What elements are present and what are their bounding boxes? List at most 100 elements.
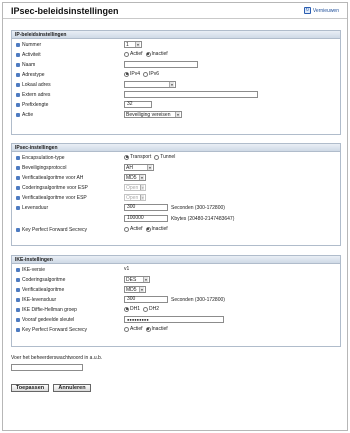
prefix-input[interactable]: 32 [124, 101, 152, 108]
protocol-select[interactable]: AH ▼ [124, 164, 154, 171]
ike-section: IKE-instellingen IKE-versie v1 Coderings… [11, 255, 341, 347]
chevron-down-icon: ▼ [139, 175, 144, 180]
ike-psk-input[interactable]: ●●●●●●●●● [124, 316, 224, 323]
admin-password-input[interactable] [11, 364, 83, 371]
lifetime-seconds-hint: Seconden (300-172800) [171, 204, 225, 211]
chevron-down-icon: ▼ [175, 112, 180, 117]
encap-label: Encapsulation-type [22, 155, 65, 161]
row-ah-auth: Verificatiealgoritme voor AH MD5 ▼ [12, 174, 340, 183]
ike-dh1-radio[interactable]: DH1 [124, 306, 140, 312]
chevron-down-icon: ▼ [140, 185, 145, 190]
ike-header: IKE-instellingen [12, 256, 340, 264]
refresh-button[interactable]: ↻ Vernieuwen [303, 7, 339, 14]
ah-auth-select[interactable]: MD5 ▼ [124, 174, 146, 181]
esp-auth-select[interactable]: Open ▼ [124, 194, 146, 201]
esp-enc-select[interactable]: Open ▼ [124, 184, 146, 191]
row-action: Actie Beveiliging vereisen ▼ [12, 111, 340, 120]
lifetime-seconds-input[interactable]: 300 [124, 204, 168, 211]
bullet-icon [16, 318, 20, 322]
row-ike-pfs: Key Perfect Forward Secrecy Actief Inact… [12, 326, 340, 335]
row-ike-enc: Coderingsalgoritme DES ▼ [12, 276, 340, 285]
ike-version-label: IKE-versie [22, 267, 46, 273]
ike-pfs-active-radio[interactable]: Actief [124, 326, 143, 332]
remote-address-input[interactable] [124, 91, 258, 98]
ike-lifetime-hint: Seconden (300-172800) [171, 296, 225, 303]
chevron-down-icon: ▼ [135, 42, 140, 47]
protocol-label: Beveiligingsprotocol [22, 165, 67, 171]
chevron-down-icon: ▼ [169, 82, 174, 87]
row-lifetime-sec: Levensduur 300 Seconden (300-172800) [12, 204, 340, 213]
ike-version-value: v1 [124, 266, 130, 272]
bullet-icon [16, 166, 20, 170]
ah-auth-label: Verificatiealgoritme voor AH [22, 175, 84, 181]
name-label: Naam [22, 62, 36, 68]
row-local-address: Lokaal adres ▼ [12, 81, 340, 90]
lifetime-kbytes-hint: Kbytes (20480-2147483647) [171, 215, 235, 222]
ike-lifetime-label: IKE-levensduur [22, 297, 57, 303]
settings-window: IPsec-beleidsinstellingen ↻ Vernieuwen I… [2, 2, 348, 431]
row-activity: Activiteit Actief Inactief [12, 51, 340, 60]
ike-psk-label: Vooraf gedeelde sleutel [22, 317, 75, 323]
ipsec-pfs-inactive-radio[interactable]: Inactief [145, 226, 168, 232]
bullet-icon [16, 73, 20, 77]
bullet-icon [16, 186, 20, 190]
ike-auth-select[interactable]: MD5 ▼ [124, 286, 146, 293]
row-encap: Encapsulation-type Transport Tunnel [12, 154, 340, 163]
ike-auth-label: Verificatiealgoritme [22, 287, 65, 293]
bullet-icon [16, 113, 20, 117]
row-ike-version: IKE-versie v1 [12, 266, 340, 275]
prefix-label: Prefixlengte [22, 102, 49, 108]
addrtype-label: Adrestype [22, 72, 45, 78]
activity-active-radio[interactable]: Actief [124, 51, 143, 57]
action-select[interactable]: Beveiliging vereisen ▼ [124, 111, 182, 118]
row-esp-auth: Verificatiealgoritme voor ESP Open ▼ [12, 194, 340, 203]
admin-password-prompt: Voer het beheerderswachtwoord in a.u.b. [11, 355, 103, 361]
ike-enc-select[interactable]: DES ▼ [124, 276, 150, 283]
action-label: Actie [22, 112, 34, 118]
lifetime-label: Levensduur [22, 205, 49, 211]
encap-transport-radio[interactable]: Transport [124, 154, 151, 160]
bullet-icon [16, 278, 20, 282]
row-ike-psk: Vooraf gedeelde sleutel ●●●●●●●●● [12, 316, 340, 325]
number-label: Nummer [22, 42, 42, 48]
row-lifetime-kb: 100000 Kbytes (20480-2147483647) [12, 215, 340, 224]
name-input[interactable] [124, 61, 198, 68]
apply-button[interactable]: Toepassen [11, 384, 49, 392]
row-addrtype: Adrestype IPv4 IPv6 [12, 71, 340, 80]
local-address-select[interactable]: ▼ [124, 81, 176, 88]
bullet-icon [16, 156, 20, 160]
row-name: Naam [12, 61, 340, 70]
bullet-icon [16, 176, 20, 180]
chevron-down-icon: ▼ [143, 277, 148, 282]
ike-dh2-radio[interactable]: DH2 [143, 306, 159, 312]
addrtype-ipv4-radio[interactable]: IPv4 [124, 71, 140, 77]
number-select[interactable]: 1 ▼ [124, 41, 142, 48]
activity-inactive-radio[interactable]: Inactief [145, 51, 168, 57]
row-ike-dh: IKE Diffie-Hellman groep DH1 DH2 [12, 306, 340, 315]
row-protocol: Beveiligingsprotocol AH ▼ [12, 164, 340, 173]
bullet-icon [16, 53, 20, 57]
ipsec-header: IPsec-instellingen [12, 144, 340, 152]
ike-lifetime-input[interactable]: 300 [124, 296, 168, 303]
page-title: IPsec-beleidsinstellingen [11, 6, 119, 16]
encap-tunnel-radio[interactable]: Tunnel [154, 154, 175, 160]
row-ike-lifetime: IKE-levensduur 300 Seconden (300-172800) [12, 296, 340, 305]
addrtype-ipv6-radio[interactable]: IPv6 [143, 71, 159, 77]
remote-address-label: Extern adres [22, 92, 51, 98]
row-prefix: Prefixlengte 32 [12, 101, 340, 110]
esp-enc-label: Coderingsalgoritme voor ESP [22, 185, 88, 191]
bullet-icon [16, 328, 20, 332]
bullet-icon [16, 288, 20, 292]
row-ipsec-pfs: Key Perfect Forward Secrecy Actief Inact… [12, 226, 340, 235]
bullet-icon [16, 298, 20, 302]
ipsec-pfs-active-radio[interactable]: Actief [124, 226, 143, 232]
ike-pfs-inactive-radio[interactable]: Inactief [145, 326, 168, 332]
bullet-icon [16, 308, 20, 312]
refresh-label: Vernieuwen [312, 7, 339, 14]
cancel-button[interactable]: Annuleren [53, 384, 91, 392]
chevron-down-icon: ▼ [147, 165, 152, 170]
ike-dh-label: IKE Diffie-Hellman groep [22, 307, 77, 313]
lifetime-kbytes-input[interactable]: 100000 [124, 215, 168, 222]
refresh-icon: ↻ [303, 7, 311, 14]
ipsec-section: IPsec-instellingen Encapsulation-type Tr… [11, 143, 341, 246]
